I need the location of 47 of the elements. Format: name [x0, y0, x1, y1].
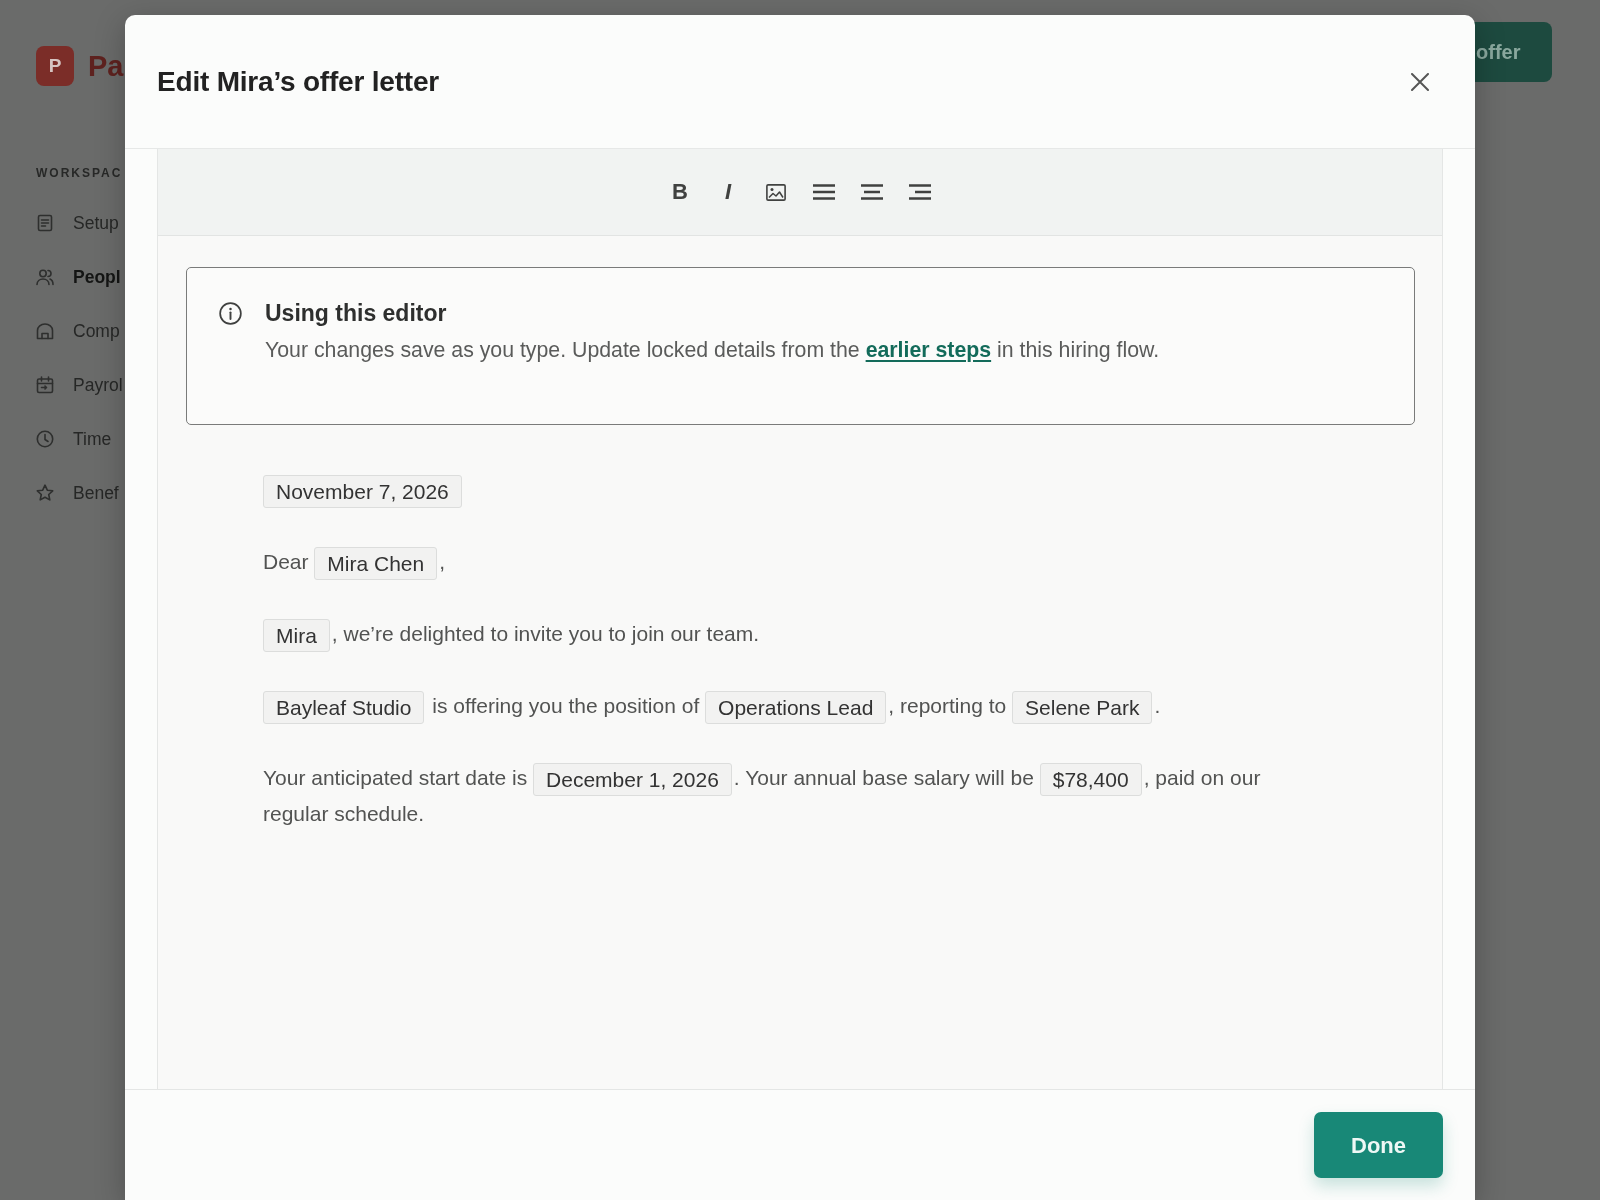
document-icon	[36, 214, 54, 232]
merge-field: Bayleaf Studio	[263, 690, 425, 724]
align-justify-icon	[813, 184, 835, 200]
letter-text: regular schedule.	[263, 802, 425, 825]
merge-field: Operations Lead	[705, 690, 887, 724]
sidebar-item[interactable]: Payrol	[36, 358, 123, 412]
merge-field: Mira Chen	[314, 546, 438, 580]
image-icon	[766, 183, 786, 201]
letter-text: is offering you the position of	[431, 694, 701, 717]
close-icon	[1411, 72, 1429, 91]
align-center-icon	[861, 184, 883, 200]
info-icon	[219, 302, 242, 325]
sidebar-item[interactable]: Comp	[36, 304, 120, 358]
sidebar-item[interactable]: Setup	[36, 196, 119, 250]
letter-text: , we’re delighted to invite you to join our team.	[331, 622, 760, 645]
bold-button[interactable]: B	[660, 172, 700, 212]
earlier-steps-link[interactable]: earlier steps	[865, 338, 992, 362]
merge-field: Selene Park	[1012, 690, 1153, 724]
merge-field: $78,400	[1039, 762, 1142, 796]
sidebar-item[interactable]: Time	[36, 412, 112, 466]
app-logo: P	[36, 46, 74, 86]
action-button[interactable]: offer	[1474, 22, 1552, 82]
letter-text: ,	[439, 550, 446, 573]
sidebar-item[interactable]: Benef	[36, 466, 119, 520]
italic-button[interactable]: I	[708, 172, 748, 212]
letter-text: , reporting to	[888, 694, 1008, 717]
merge-field: December 1, 2026	[533, 762, 732, 796]
modal-title: Edit Mira’s offer letter	[157, 64, 439, 99]
done-button[interactable]: Done	[1314, 1112, 1443, 1178]
merge-field: November 7, 2026	[263, 474, 462, 508]
calendar-icon	[36, 376, 54, 394]
align-right-icon	[909, 184, 931, 200]
merge-field: Mira	[263, 618, 330, 652]
info-title: Using this editor	[265, 299, 448, 327]
app-name: Pa	[88, 51, 124, 81]
star-icon	[36, 484, 54, 502]
building-icon	[36, 322, 54, 340]
info-text: Your changes save as you type. Update locked details from the earlier steps in this hiring flow.	[265, 337, 1160, 364]
people-icon	[36, 268, 54, 286]
clock-icon	[36, 430, 54, 448]
sidebar-item[interactable]: Peopl	[36, 250, 121, 304]
letter-text: Dear	[263, 550, 310, 573]
letter-text: .	[1154, 694, 1161, 717]
sidebar-section-label: WORKSPAC	[36, 166, 124, 181]
letter-text: . Your annual base salary will be	[733, 766, 1035, 789]
letter-text: , paid on our	[1143, 766, 1261, 789]
letter-text: Your anticipated start date is	[263, 766, 529, 789]
